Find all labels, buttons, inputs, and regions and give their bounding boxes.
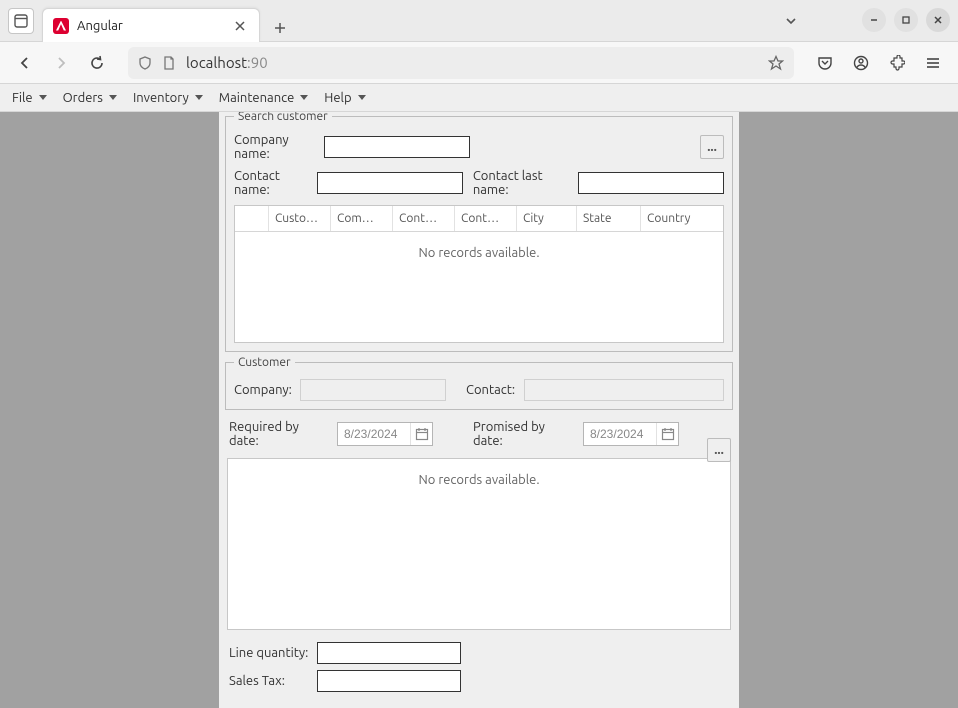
contact-last-name-label: Contact last name: [473, 169, 572, 197]
dates-more-button[interactable]: ... [707, 438, 731, 462]
hamburger-icon [925, 55, 941, 71]
required-date-input[interactable] [337, 422, 433, 446]
line-quantity-row: Line quantity: [219, 636, 739, 670]
chevron-down-icon [784, 14, 798, 28]
puzzle-icon [889, 55, 905, 71]
company-name-label: Company name: [234, 133, 318, 161]
menu-inventory[interactable]: Inventory [127, 88, 209, 108]
company-readonly [300, 379, 446, 401]
page-viewport: Search customer Company name: ... Contac… [0, 112, 958, 708]
menu-help[interactable]: Help [318, 88, 371, 108]
contact-label: Contact: [466, 383, 518, 397]
browser-titlebar: Angular [0, 0, 958, 42]
company-name-input[interactable] [324, 136, 470, 158]
angular-favicon-icon [53, 18, 69, 34]
customer-legend: Customer [234, 356, 295, 369]
arrow-left-icon [17, 55, 33, 71]
sales-tax-row: Sales Tax: [219, 670, 739, 698]
no-records-text: No records available. [418, 246, 539, 260]
promised-date-input[interactable] [583, 422, 679, 446]
contact-last-name-input[interactable] [578, 172, 724, 194]
promised-date-label: Promised by date: [473, 420, 577, 448]
workspace-button[interactable] [8, 8, 34, 34]
calendar-icon[interactable] [656, 423, 678, 445]
grid-body: No records available. [235, 232, 723, 342]
form-panel: Search customer Company name: ... Contac… [219, 112, 739, 708]
tab-close-button[interactable] [231, 17, 249, 35]
chevron-down-icon [109, 95, 117, 100]
col-contact-first[interactable]: Cont… [393, 206, 455, 231]
tab-strip: Angular [42, 0, 294, 42]
window-maximize-button[interactable] [894, 8, 918, 32]
required-date-field[interactable] [338, 427, 410, 441]
minimize-icon [869, 15, 879, 25]
col-city[interactable]: City [517, 206, 577, 231]
items-grid[interactable]: No records available. [227, 458, 731, 630]
account-icon [853, 55, 869, 71]
search-customer-group: Search customer Company name: ... Contac… [225, 112, 733, 352]
chevron-down-icon [358, 95, 366, 100]
window-minimize-button[interactable] [862, 8, 886, 32]
col-customer[interactable]: Custo… [269, 206, 331, 231]
new-tab-button[interactable] [266, 14, 294, 42]
url-text: localhost:90 [186, 54, 268, 71]
address-bar[interactable]: localhost:90 [128, 47, 794, 79]
customer-search-grid[interactable]: Custo… Com… Cont… Cont… City State Count… [234, 205, 724, 343]
sales-tax-label: Sales Tax: [229, 674, 317, 688]
maximize-icon [901, 15, 911, 25]
nav-reload-button[interactable] [82, 48, 112, 78]
close-icon [933, 15, 943, 25]
customer-group: Customer Company: Contact: [225, 356, 733, 410]
pocket-icon [817, 55, 833, 71]
app-menu-button[interactable] [918, 48, 948, 78]
star-icon[interactable] [768, 55, 784, 71]
search-customer-legend: Search customer [234, 112, 332, 123]
col-state[interactable]: State [577, 206, 641, 231]
shield-icon [138, 56, 152, 70]
menu-maintenance[interactable]: Maintenance [213, 88, 315, 108]
sales-tax-input[interactable] [317, 670, 461, 692]
calendar-icon[interactable] [410, 423, 432, 445]
page-icon [162, 56, 176, 70]
arrow-right-icon [53, 55, 69, 71]
nav-forward-button [46, 48, 76, 78]
col-company[interactable]: Com… [331, 206, 393, 231]
no-records-text: No records available. [418, 473, 539, 487]
browser-tab[interactable]: Angular [42, 8, 260, 42]
lookup-button[interactable]: ... [700, 135, 724, 159]
required-date-label: Required by date: [229, 420, 331, 448]
app-menubar: File Orders Inventory Maintenance Help [0, 84, 958, 112]
chevron-down-icon [39, 95, 47, 100]
chevron-down-icon [300, 95, 308, 100]
contact-name-input[interactable] [317, 172, 463, 194]
col-country[interactable]: Country [641, 206, 723, 231]
chevron-down-icon [195, 95, 203, 100]
account-button[interactable] [846, 48, 876, 78]
plus-icon [274, 22, 286, 34]
contact-readonly [524, 379, 724, 401]
col-contact-last[interactable]: Cont… [455, 206, 517, 231]
reload-icon [89, 55, 105, 71]
company-label: Company: [234, 383, 294, 397]
window-controls [862, 8, 950, 32]
contact-name-label: Contact name: [234, 169, 311, 197]
browser-toolbar: localhost:90 [0, 42, 958, 84]
nav-back-button[interactable] [10, 48, 40, 78]
grid-header: Custo… Com… Cont… Cont… City State Count… [235, 206, 723, 232]
pocket-button[interactable] [810, 48, 840, 78]
extensions-button[interactable] [882, 48, 912, 78]
menu-file[interactable]: File [6, 88, 53, 108]
promised-date-field[interactable] [584, 427, 656, 441]
line-quantity-label: Line quantity: [229, 646, 317, 660]
window-close-button[interactable] [926, 8, 950, 32]
menu-orders[interactable]: Orders [57, 88, 123, 108]
workspace-icon [14, 14, 28, 28]
tab-title: Angular [77, 19, 223, 33]
line-quantity-input[interactable] [317, 642, 461, 664]
tab-list-dropdown[interactable] [784, 14, 798, 31]
close-icon [235, 21, 245, 31]
items-grid-body: No records available. [228, 459, 730, 629]
